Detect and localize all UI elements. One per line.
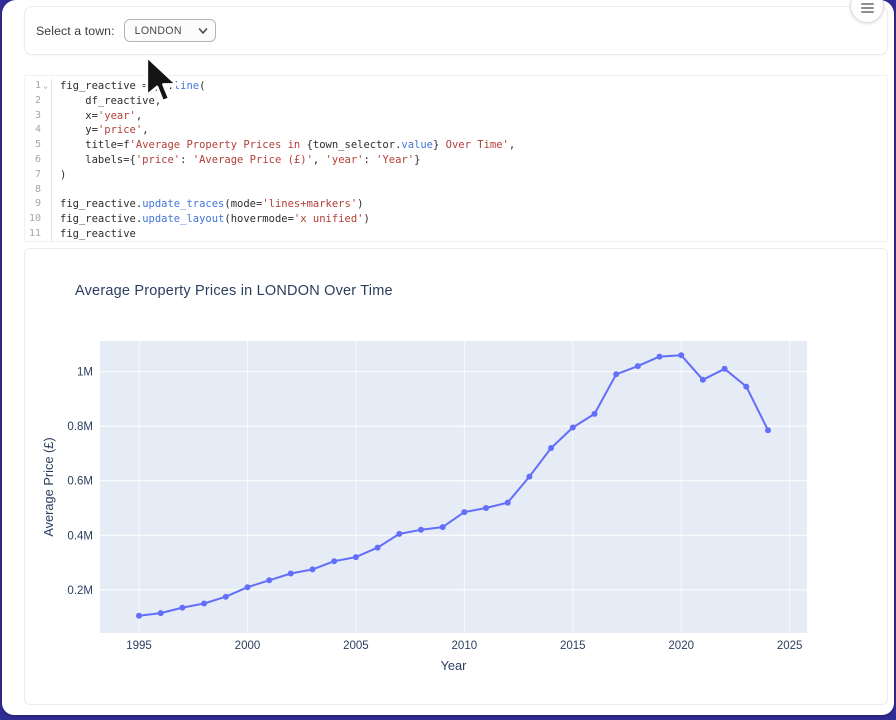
y-axis-tick-labels: 0.2M 0.4M 0.6M 0.8M 1M: [67, 367, 93, 597]
code-line: 5 title=f'Average Property Prices in {to…: [25, 138, 887, 153]
svg-text:2025: 2025: [777, 640, 803, 652]
svg-text:0.8M: 0.8M: [67, 421, 93, 433]
line-number: 9: [25, 197, 41, 212]
code-editor[interactable]: 1⌄fig_reactive = px.line(2 df_reactive,3…: [24, 75, 888, 242]
line-number: 11: [25, 227, 41, 242]
x-axis-tick-labels: 1995 2000 2005 2010 2015 2020 2025: [126, 640, 802, 652]
svg-text:0.4M: 0.4M: [67, 530, 93, 542]
line-number: 1: [25, 79, 41, 94]
code-line: 2 df_reactive,: [25, 94, 887, 109]
hamburger-icon: [861, 3, 874, 13]
chevron-down-icon: [198, 27, 208, 35]
svg-text:2005: 2005: [343, 640, 369, 652]
svg-text:1M: 1M: [77, 367, 93, 379]
plot-background: [100, 341, 807, 633]
line-number: 4: [25, 123, 41, 138]
x-axis-title: Year: [441, 658, 468, 673]
code-line: 1⌄fig_reactive = px.line(: [25, 79, 887, 94]
notebook-panel: Select a town: LONDON 1⌄fig_reactive = p…: [2, 0, 894, 715]
town-select-value: LONDON: [135, 25, 182, 37]
code-line: 8: [25, 183, 887, 198]
code-line: 11fig_reactive: [25, 227, 887, 242]
svg-text:2020: 2020: [668, 640, 694, 652]
code-line: 3 x='year',: [25, 109, 887, 124]
code-line: 10fig_reactive.update_layout(hovermode='…: [25, 212, 887, 227]
line-number: 3: [25, 109, 41, 124]
code-line: 6 labels={'price': 'Average Price (£)', …: [25, 153, 887, 168]
fold-toggle-icon[interactable]: ⌄: [41, 79, 50, 94]
y-axis-title: Average Price (£): [41, 437, 56, 536]
svg-text:0.6M: 0.6M: [67, 476, 93, 488]
line-number: 10: [25, 212, 41, 227]
chart-title: Average Property Prices in LONDON Over T…: [75, 283, 393, 299]
svg-text:2010: 2010: [452, 640, 478, 652]
town-select[interactable]: LONDON: [124, 19, 216, 42]
svg-text:2000: 2000: [235, 640, 261, 652]
line-number: 8: [25, 183, 41, 198]
svg-text:0.2M: 0.2M: [67, 585, 93, 597]
line-number: 6: [25, 153, 41, 168]
code-line: 9fig_reactive.update_traces(mode='lines+…: [25, 197, 887, 212]
svg-text:1995: 1995: [126, 640, 152, 652]
line-number: 7: [25, 168, 41, 183]
town-selector-label: Select a town:: [36, 24, 115, 38]
svg-text:2015: 2015: [560, 640, 586, 652]
chart-output-cell: 1995 2000 2005 2010 2015 2020 2025 0.2M 0.4M 0.6M…: [24, 248, 888, 705]
page-background: Select a town: LONDON 1⌄fig_reactive = p…: [0, 0, 896, 720]
chart-plot-area[interactable]: 1995 2000 2005 2010 2015 2020 2025 0.2M 0.4M 0.6M…: [25, 249, 887, 704]
line-number: 2: [25, 94, 41, 109]
town-selector-cell: Select a town: LONDON: [24, 6, 888, 55]
line-number: 5: [25, 138, 41, 153]
code-line: 7): [25, 168, 887, 183]
code-line: 4 y='price',: [25, 123, 887, 138]
